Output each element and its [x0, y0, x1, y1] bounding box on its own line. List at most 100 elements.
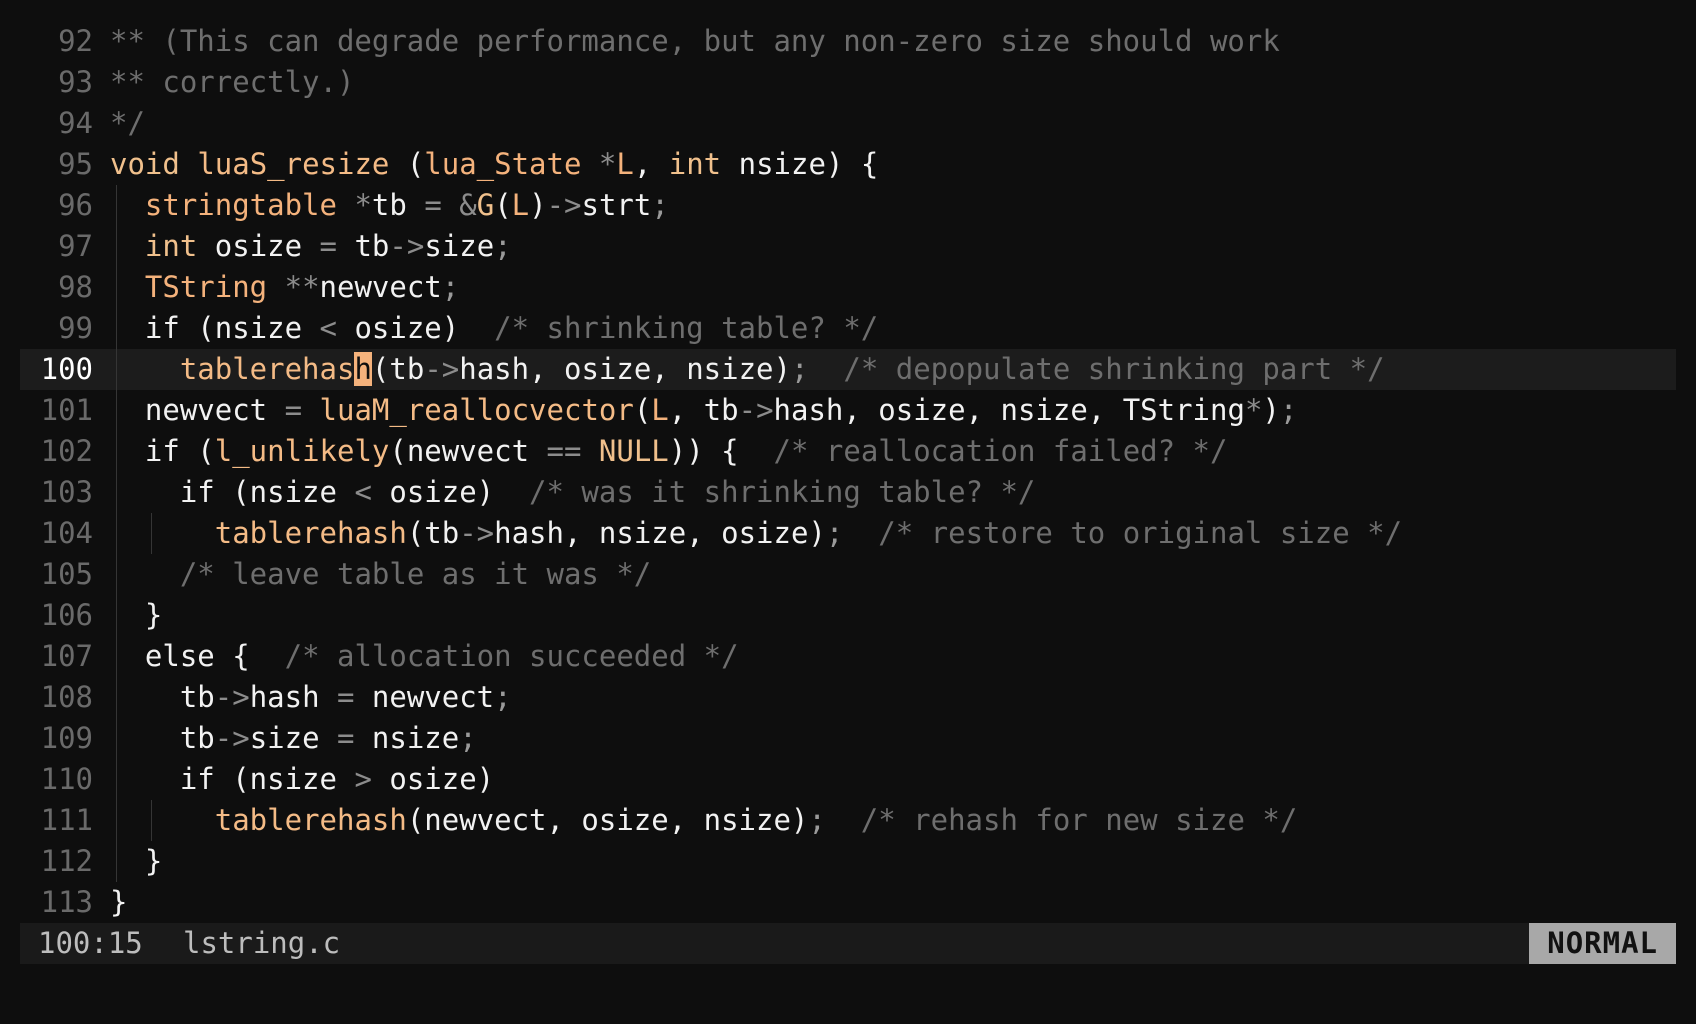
- code-token: (newvect: [389, 434, 547, 468]
- code-line[interactable]: 108 tb->hash = newvect;: [20, 677, 1676, 718]
- code-line[interactable]: 94 */: [20, 103, 1676, 144]
- code-token: nsize) {: [721, 147, 879, 181]
- indent-guide: [150, 800, 152, 841]
- code-token: NULL: [598, 434, 669, 468]
- line-number: 98: [58, 270, 93, 304]
- status-line: 100:15 lstring.c NORMAL: [20, 923, 1676, 964]
- code-token: int: [144, 229, 198, 263]
- code-line[interactable]: 103 if (nsize < osize) /* was it shrinki…: [20, 472, 1676, 513]
- code-text: tb->size = nsize;: [110, 718, 477, 759]
- code-token: if (: [110, 434, 215, 468]
- code-token: tb: [110, 680, 215, 714]
- code-token: =: [337, 680, 355, 714]
- code-text: /* leave table as it was */: [110, 554, 651, 595]
- code-token: osize): [336, 311, 495, 345]
- text-cursor: h: [354, 352, 372, 386]
- code-token: ;: [808, 803, 826, 837]
- code-token: newvect: [110, 393, 285, 427]
- indent-guide: [116, 759, 117, 800]
- code-token: =: [284, 393, 303, 427]
- code-token: ->: [738, 393, 774, 427]
- code-token: *: [1244, 393, 1263, 427]
- indent-guide: [116, 390, 117, 431]
- code-token: =: [337, 721, 355, 755]
- code-editor[interactable]: 92 ** (This can degrade performance, but …: [20, 21, 1676, 923]
- code-text: */: [110, 103, 145, 144]
- code-token: ==: [546, 434, 582, 468]
- line-number: 106: [40, 598, 93, 632]
- code-token: /* reallocation failed? */: [773, 434, 1228, 468]
- code-token: L: [651, 393, 669, 427]
- code-line[interactable]: 105 /* leave table as it was */: [20, 554, 1676, 595]
- indent-guide: [116, 267, 117, 308]
- code-line[interactable]: 109 tb->size = nsize;: [20, 718, 1676, 759]
- code-token: }: [110, 844, 163, 878]
- code-line[interactable]: 92 ** (This can degrade performance, but …: [20, 21, 1676, 62]
- code-token: /* depopulate shrinking part */: [843, 352, 1385, 386]
- code-text: if (nsize < osize) /* shrinking table? *…: [110, 308, 878, 349]
- code-line[interactable]: 113}: [20, 882, 1676, 923]
- line-number: 105: [40, 557, 93, 591]
- code-token: ;: [790, 352, 809, 386]
- code-line[interactable]: 112 }: [20, 841, 1676, 882]
- code-token: size: [424, 229, 495, 263]
- code-token: ;: [441, 270, 460, 304]
- code-token: TString: [144, 270, 268, 304]
- code-token: if (nsize: [110, 311, 320, 345]
- code-token: if (nsize: [110, 762, 355, 796]
- code-text: if (nsize > osize): [110, 759, 494, 800]
- code-token: ->: [459, 516, 495, 550]
- code-line[interactable]: 98 TString **newvect;: [20, 267, 1676, 308]
- code-line[interactable]: 95 void luaS_resize (lua_State *L, int ns…: [20, 144, 1676, 185]
- code-token: >: [354, 762, 372, 796]
- code-line[interactable]: 97 int osize = tb->size;: [20, 226, 1676, 267]
- code-text: ** (This can degrade performance, but an…: [110, 21, 1280, 62]
- code-token: **: [284, 270, 320, 304]
- code-text: tb->hash = newvect;: [110, 677, 512, 718]
- code-line[interactable]: 96 stringtable *tb = &G(L)->strt;: [20, 185, 1676, 226]
- code-token: (newvect, osize, nsize): [406, 803, 809, 837]
- code-token: hash, nsize, osize): [494, 516, 826, 550]
- code-token: ->: [424, 352, 460, 386]
- indent-guide: [116, 513, 117, 554]
- code-token: ** correctly.): [110, 65, 355, 99]
- code-line[interactable]: 106 }: [20, 595, 1676, 636]
- line-number: 101: [40, 393, 93, 427]
- code-line[interactable]: 102 if (l_unlikely(newvect == NULL)) { /…: [20, 431, 1676, 472]
- indent-guide: [116, 185, 117, 226]
- code-token: luaM_reallocvector: [319, 393, 634, 427]
- indent-guide: [150, 513, 152, 554]
- code-token: /* restore to original size */: [878, 516, 1403, 550]
- current-code-line[interactable]: 100 tablerehash(tb->hash, osize, nsize);…: [20, 349, 1676, 390]
- line-number: 107: [40, 639, 93, 673]
- code-token: =: [319, 229, 337, 263]
- code-token: osize: [197, 229, 320, 263]
- code-token: if (nsize: [110, 475, 355, 509]
- code-token: L: [511, 188, 530, 222]
- indent-guide: [116, 472, 117, 513]
- code-token: ;: [494, 680, 512, 714]
- code-line[interactable]: 104 tablerehash(tb->hash, nsize, osize);…: [20, 513, 1676, 554]
- code-line[interactable]: 111 tablerehash(newvect, osize, nsize); …: [20, 800, 1676, 841]
- code-line[interactable]: 107 else { /* allocation succeeded */: [20, 636, 1676, 677]
- indent-guide: [116, 226, 117, 267]
- code-line[interactable]: 99 if (nsize < osize) /* shrinking table…: [20, 308, 1676, 349]
- code-token: ->: [546, 188, 582, 222]
- code-text: if (l_unlikely(newvect == NULL)) { /* re…: [110, 431, 1228, 472]
- code-token: newvect: [354, 680, 495, 714]
- line-number: 110: [40, 762, 93, 796]
- line-number: 94: [58, 106, 93, 140]
- code-token: (: [494, 188, 512, 222]
- code-text: stringtable *tb = &G(L)->strt;: [110, 185, 669, 226]
- code-line[interactable]: 101 newvect = luaM_reallocvector(L, tb->…: [20, 390, 1676, 431]
- code-line[interactable]: 110 if (nsize > osize): [20, 759, 1676, 800]
- line-number: 99: [58, 311, 93, 345]
- code-line[interactable]: 93 ** correctly.): [20, 62, 1676, 103]
